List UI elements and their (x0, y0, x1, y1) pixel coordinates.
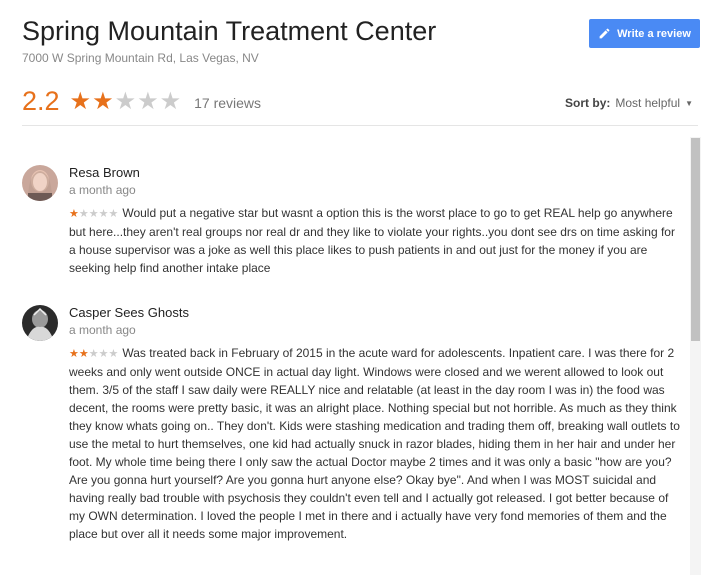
avatar[interactable] (22, 305, 58, 341)
sort-label: Sort by: (565, 96, 611, 110)
sort-value: Most helpful (615, 96, 681, 110)
place-address: 7000 W Spring Mountain Rd, Las Vegas, NV (22, 51, 259, 65)
average-rating: 2.2 (22, 85, 60, 116)
pencil-icon (599, 28, 610, 39)
place-title: Spring Mountain Treatment Center (22, 16, 437, 46)
chevron-down-icon: ▼ (685, 98, 693, 108)
review-date: a month ago (69, 183, 136, 197)
star-empty-icon: ★ (159, 87, 183, 115)
star-empty-icon: ★ (114, 87, 138, 115)
average-stars: ★★★★★ (70, 87, 183, 116)
scrollbar-thumb[interactable] (691, 138, 700, 341)
review-body: ★★★★★ Was treated back in February of 201… (69, 344, 681, 543)
write-review-button[interactable]: Write a review (589, 19, 700, 48)
review-body: ★★★★★ Would put a negative star but wasnt… (69, 204, 681, 277)
star-empty-icon: ★ (137, 87, 160, 115)
star-filled-icon: ★ (69, 87, 93, 115)
review-stars: ★★★★★ (69, 348, 118, 360)
review-text: Would put a negative star but wasnt a op… (69, 206, 675, 275)
review-stars: ★★★★★ (69, 208, 118, 220)
scrollbar[interactable] (690, 137, 701, 575)
star-empty-icon: ★★★ (88, 348, 119, 360)
star-filled-icon: ★ (92, 87, 115, 115)
reviews-count[interactable]: 17 reviews (194, 95, 261, 111)
divider (22, 125, 698, 126)
review-text: Was treated back in February of 2015 in … (69, 346, 680, 541)
avatar[interactable] (22, 165, 58, 201)
reviewer-name[interactable]: Resa Brown (69, 165, 140, 180)
rating-summary: 2.2 ★★★★★ 17 reviews (22, 86, 261, 116)
star-filled-icon: ★ (69, 208, 79, 220)
star-empty-icon: ★★★★ (78, 208, 119, 220)
reviewer-name[interactable]: Casper Sees Ghosts (69, 305, 189, 320)
star-filled-icon: ★★ (69, 348, 89, 360)
write-review-label: Write a review (617, 27, 691, 40)
review-date: a month ago (69, 323, 136, 337)
sort-dropdown[interactable]: Sort by: Most helpful ▼ (565, 96, 693, 110)
